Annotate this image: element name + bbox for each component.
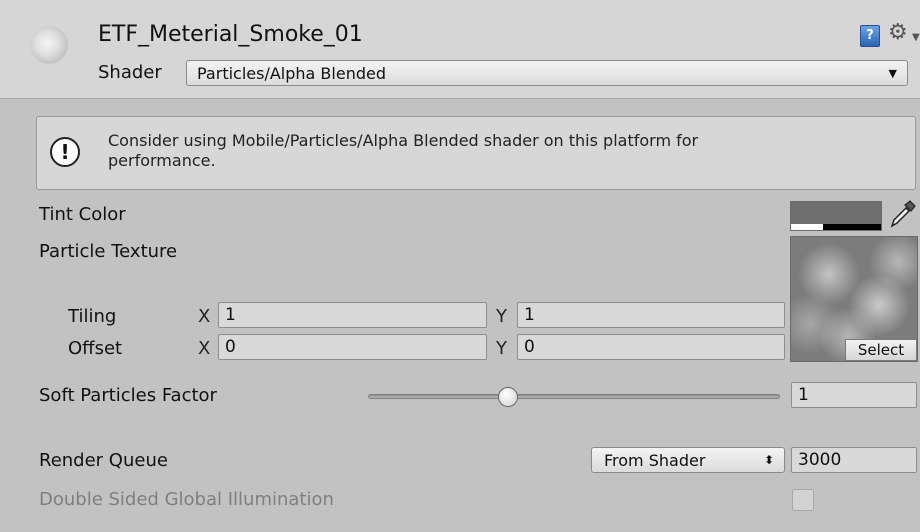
material-preview-icon — [30, 26, 68, 64]
chevron-down-icon: ▼ — [888, 67, 897, 80]
help-book-icon[interactable]: ? — [860, 25, 880, 47]
tiling-label: Tiling — [68, 306, 117, 327]
shader-label: Shader — [98, 62, 162, 83]
render-queue-mode-dropdown[interactable]: From Shader ⬍ — [591, 447, 785, 473]
offset-y-label: Y — [496, 338, 507, 359]
soft-particles-slider-track[interactable] — [368, 394, 780, 399]
render-queue-label: Render Queue — [39, 450, 168, 471]
gear-icon[interactable]: ⚙ — [888, 20, 908, 45]
tint-color-swatch[interactable] — [790, 201, 882, 231]
tiling-y-label: Y — [496, 306, 507, 327]
particle-texture-preview[interactable]: Select — [790, 236, 918, 362]
texture-select-button[interactable]: Select — [845, 339, 917, 361]
offset-x-field[interactable]: 0 — [218, 334, 487, 360]
offset-x-label: X — [198, 338, 211, 359]
tiling-y-field[interactable]: 1 — [517, 302, 785, 328]
info-message: Consider using Mobile/Particles/Alpha Bl… — [108, 131, 898, 171]
offset-label: Offset — [68, 338, 123, 359]
soft-particles-factor-field[interactable]: 1 — [791, 382, 917, 408]
tint-alpha-white-bar — [791, 224, 823, 230]
particle-texture-label: Particle Texture — [39, 241, 178, 262]
tiling-x-field[interactable]: 1 — [218, 302, 487, 328]
info-message-line1: Consider using Mobile/Particles/Alpha Bl… — [108, 131, 699, 150]
shader-dropdown-value: Particles/Alpha Blended — [197, 64, 386, 83]
info-exclamation-icon: ! — [50, 137, 80, 167]
soft-particles-slider-thumb[interactable] — [498, 387, 519, 407]
render-queue-value-field[interactable]: 3000 — [791, 447, 917, 473]
tint-color-label: Tint Color — [39, 204, 126, 225]
tiling-x-label: X — [198, 306, 211, 327]
render-queue-mode-value: From Shader — [604, 451, 706, 470]
shader-dropdown[interactable]: Particles/Alpha Blended ▼ — [186, 60, 908, 86]
material-title: ETF_Meterial_Smoke_01 — [98, 22, 363, 47]
double-sided-gi-label: Double Sided Global Illumination — [39, 489, 334, 510]
eyedropper-icon[interactable] — [888, 199, 916, 229]
gear-menu-caret-icon: ▼ — [912, 32, 920, 43]
info-message-line2: performance. — [108, 151, 216, 170]
tint-alpha-black-bar — [823, 224, 881, 230]
soft-particles-factor-label: Soft Particles Factor — [39, 385, 217, 406]
up-down-arrows-icon: ⬍ — [763, 453, 774, 467]
offset-y-field[interactable]: 0 — [517, 334, 785, 360]
double-sided-gi-checkbox[interactable] — [792, 489, 814, 511]
